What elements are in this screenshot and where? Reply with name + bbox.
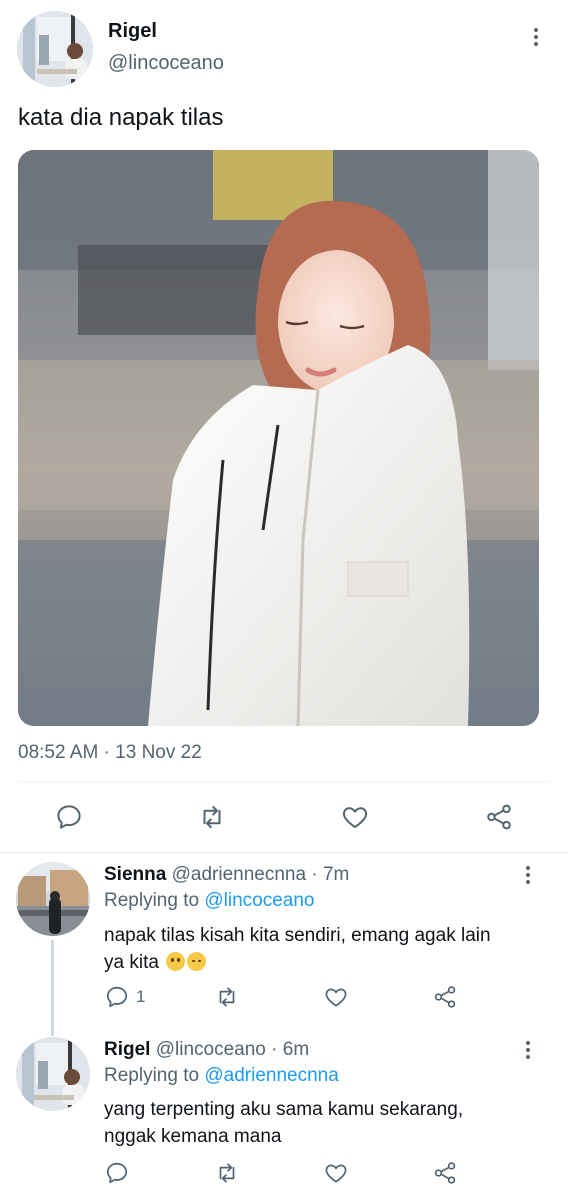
reply-button[interactable] <box>54 802 84 832</box>
reply-text-line: nggak kemana mana <box>104 1126 282 1147</box>
reply-time: 7m <box>322 864 350 885</box>
more-options-icon[interactable] <box>518 1037 538 1063</box>
like-button[interactable] <box>323 984 349 1010</box>
reply-text-line: yang terpenting aku sama kamu sekarang, <box>104 1099 464 1120</box>
speech-bubble-icon <box>106 1162 128 1184</box>
divider <box>0 852 568 853</box>
heart-icon <box>342 807 368 828</box>
reply-button[interactable]: 1 <box>104 984 145 1010</box>
tweet-timestamp: 08:52 AM · 13 Nov 22 <box>18 742 202 763</box>
reply-count: 1 <box>136 987 146 1006</box>
share-button[interactable] <box>484 802 514 832</box>
pleading-face-emoji <box>166 952 186 971</box>
replying-to-line: Replying to @lincoceano <box>104 890 314 912</box>
dot-separator: · <box>271 1039 278 1060</box>
author-handle[interactable]: @lincoceano <box>108 52 224 75</box>
reply-text: napak tilas kisah kita sendiri, emang ag… <box>104 922 544 976</box>
reply-text-line: napak tilas kisah kita sendiri, emang ag… <box>104 925 491 946</box>
share-button[interactable] <box>432 1160 458 1186</box>
speech-bubble-icon <box>57 805 81 829</box>
replying-to-label: Replying to <box>104 1065 200 1086</box>
reply-text: yang terpenting aku sama kamu sekarang, … <box>104 1096 544 1150</box>
author-avatar[interactable] <box>17 11 93 87</box>
like-button[interactable] <box>323 1160 349 1186</box>
thread-connector-line <box>51 940 54 1036</box>
more-options-icon[interactable] <box>518 862 538 888</box>
more-options-icon[interactable] <box>526 24 546 50</box>
reply-text-line: ya kita <box>104 952 159 973</box>
replying-to-label: Replying to <box>104 890 200 911</box>
reply-author-avatar[interactable] <box>16 862 90 936</box>
reply-author-handle[interactable]: @lincoceano <box>156 1039 266 1060</box>
share-nodes-icon <box>434 986 456 1008</box>
dot-separator: · <box>311 864 318 885</box>
reply-author-name[interactable]: Sienna <box>104 864 166 885</box>
reply-author-avatar[interactable] <box>16 1037 90 1111</box>
tweet-text: kata dia napak tilas <box>18 104 224 131</box>
like-button[interactable] <box>340 802 370 832</box>
divider <box>18 781 550 782</box>
retweet-arrows-icon <box>219 1163 235 1183</box>
share-button[interactable] <box>432 984 458 1010</box>
heart-icon <box>325 988 347 1007</box>
reply-button[interactable] <box>104 1160 136 1186</box>
replying-to-mention[interactable]: @adriennecnna <box>204 1065 338 1086</box>
replying-to-line: Replying to @adriennecnna <box>104 1065 339 1087</box>
reply-text-line-with-emoji: ya kita <box>104 949 544 976</box>
reply-time: 6m <box>282 1039 310 1060</box>
replying-to-mention[interactable]: @lincoceano <box>204 890 314 911</box>
retweet-arrows-icon <box>203 806 221 828</box>
reply-author-name[interactable]: Rigel <box>104 1039 150 1060</box>
share-nodes-icon <box>487 804 511 830</box>
speech-bubble-icon <box>106 986 128 1008</box>
retweet-button[interactable] <box>196 802 228 832</box>
retweet-button[interactable] <box>213 1160 241 1186</box>
heart-icon <box>325 1164 347 1183</box>
reply-header: Sienna @adriennecnna · 7m <box>104 864 349 886</box>
author-name[interactable]: Rigel <box>108 20 157 43</box>
retweet-button[interactable] <box>213 984 241 1010</box>
retweet-arrows-icon <box>219 987 235 1007</box>
disappointed-face-emoji <box>187 952 207 971</box>
tweet-photo[interactable] <box>18 150 539 726</box>
reply-header: Rigel @lincoceano · 6m <box>104 1039 309 1061</box>
reply-author-handle[interactable]: @adriennecnna <box>172 864 306 885</box>
share-nodes-icon <box>434 1162 456 1184</box>
